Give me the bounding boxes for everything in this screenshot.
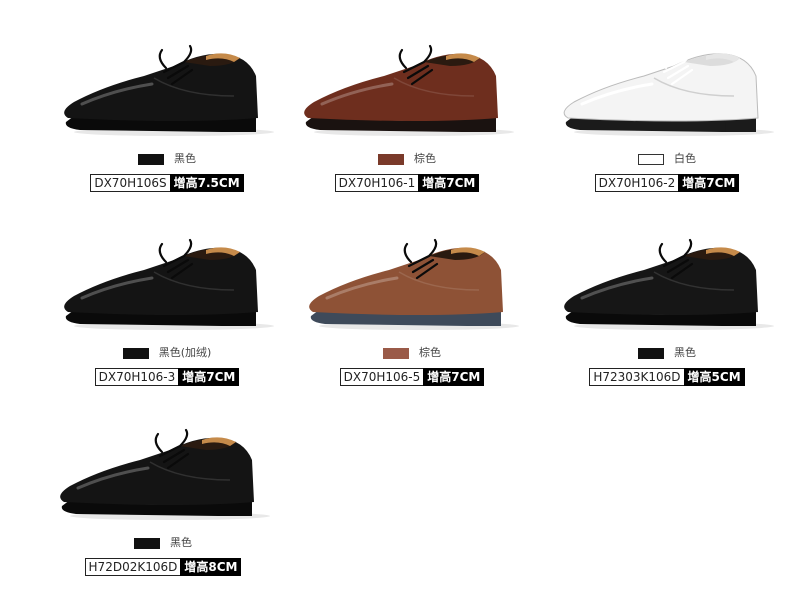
product-code: DX70H106-2 (594, 174, 679, 192)
color-label: 黑色(加绒) (158, 346, 212, 359)
height-badge: 增高5CM (683, 368, 745, 386)
shoe-image[interactable] (279, 194, 545, 334)
shoe-image[interactable] (34, 0, 300, 140)
product-card[interactable]: 黑色 DX70H106S 增高7.5CM (34, 0, 300, 192)
height-badge: 增高7CM (678, 174, 740, 192)
color-label: 白色 (674, 152, 696, 165)
height-badge: 增高7CM (418, 174, 480, 192)
color-label: 棕色 (419, 346, 441, 359)
shoe-image[interactable] (30, 384, 296, 524)
shoe-image[interactable] (34, 194, 300, 334)
product-card[interactable]: 黑色 H72303K106D 增高5CM (534, 194, 800, 386)
shoe-image[interactable] (534, 0, 800, 140)
product-code: H72D02K106D (84, 558, 181, 576)
color-swatch (638, 347, 664, 359)
height-badge: 增高7.5CM (169, 174, 244, 192)
height-badge: 增高8CM (180, 558, 242, 576)
color-label: 棕色 (414, 152, 436, 165)
product-card[interactable]: 棕色 DX70H106-1 增高7CM (274, 0, 540, 192)
height-badge: 增高7CM (423, 368, 485, 386)
product-card[interactable]: 棕色 DX70H106-5 增高7CM (279, 194, 545, 386)
product-code: DX70H106-5 (339, 368, 424, 386)
product-code: DX70H106S (90, 174, 170, 192)
shoe-image[interactable] (534, 194, 800, 334)
product-code: DX70H106-1 (334, 174, 419, 192)
color-swatch (378, 153, 404, 165)
color-swatch (122, 347, 149, 359)
color-label: 黑色 (170, 536, 192, 549)
color-label: 黑色 (174, 152, 196, 165)
product-card[interactable]: 黑色 H72D02K106D 增高8CM (30, 384, 296, 576)
color-swatch (138, 153, 164, 165)
product-card[interactable]: 黑色(加绒) DX70H106-3 增高7CM (34, 194, 300, 386)
color-swatch (134, 537, 160, 549)
product-card[interactable]: 白色 DX70H106-2 增高7CM (534, 0, 800, 192)
color-label: 黑色 (674, 346, 696, 359)
color-swatch (383, 347, 409, 359)
shoe-image[interactable] (274, 0, 540, 140)
color-swatch (638, 153, 664, 165)
product-code: H72303K106D (589, 368, 684, 386)
